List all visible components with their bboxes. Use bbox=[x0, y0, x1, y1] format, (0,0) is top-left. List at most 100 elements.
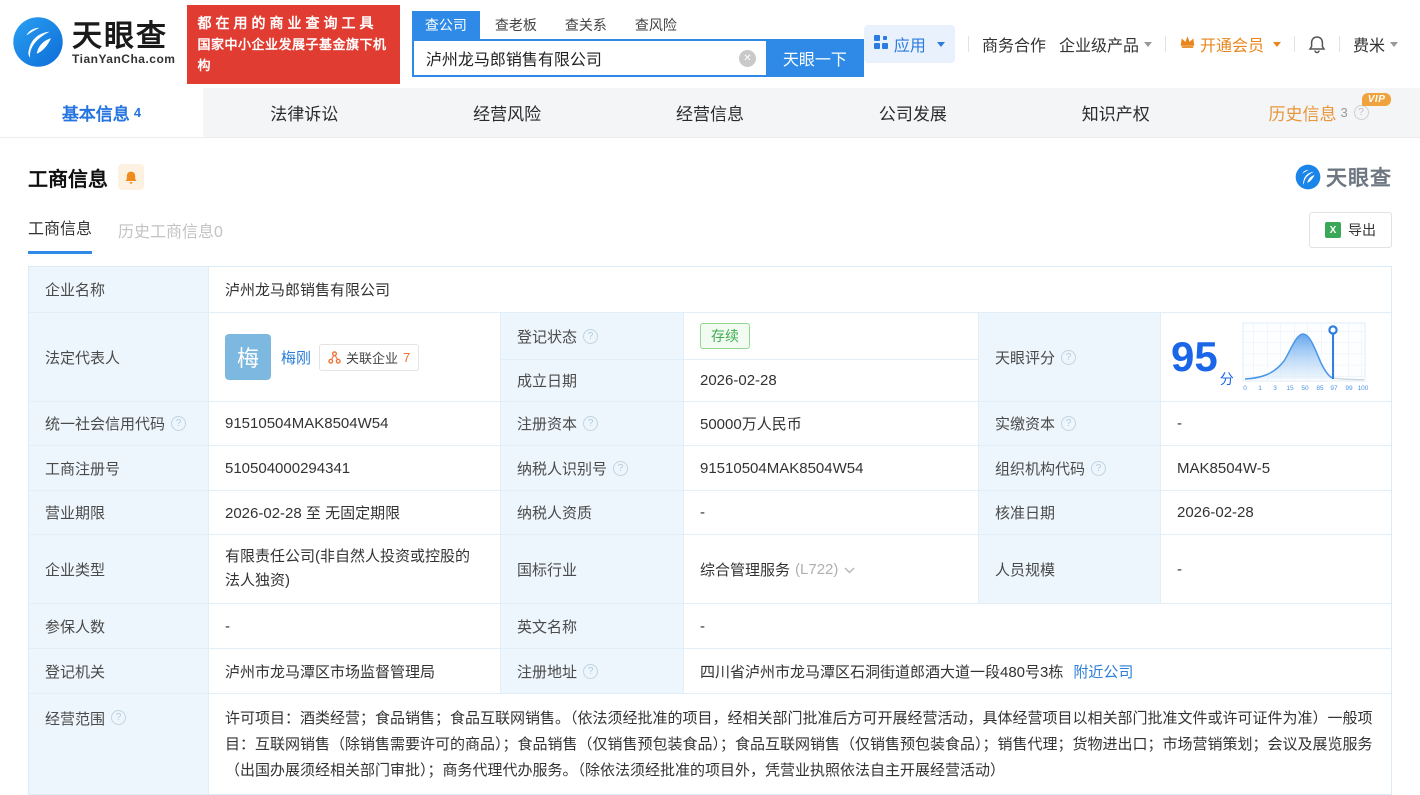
org-network-icon bbox=[328, 351, 341, 364]
nav-enterprise-label: 企业级产品 bbox=[1059, 32, 1139, 56]
tab-company-development[interactable]: 公司发展 bbox=[811, 88, 1014, 137]
table-row: 统一社会信用代码 ? 91510504MAK8504W54 注册资本 ? 500… bbox=[29, 402, 1391, 446]
english-name-label: 英文名称 bbox=[501, 604, 684, 648]
excel-icon: X bbox=[1325, 222, 1341, 238]
monitor-bell-icon[interactable] bbox=[118, 164, 144, 190]
section-title: 工商信息 bbox=[28, 163, 108, 192]
taxpayer-quality-label: 纳税人资质 bbox=[501, 491, 684, 534]
help-icon[interactable]: ? bbox=[1061, 350, 1076, 365]
search-tab-relation[interactable]: 查关系 bbox=[552, 11, 620, 39]
reg-capital-value: 50000万人民币 bbox=[684, 402, 979, 445]
divider bbox=[1294, 36, 1295, 52]
business-term-value: 2026-02-28 至 无固定期限 bbox=[209, 491, 501, 534]
subtab-row: 工商信息 历史工商信息0 X 导出 bbox=[0, 192, 1420, 254]
score-unit: 分 bbox=[1220, 369, 1234, 389]
reg-number-value: 510504000294341 bbox=[209, 446, 501, 490]
paid-capital-value: - bbox=[1161, 402, 1391, 445]
legal-rep-link[interactable]: 梅刚 bbox=[281, 347, 311, 368]
help-icon[interactable]: ? bbox=[583, 329, 598, 344]
chevron-down-icon bbox=[1273, 42, 1281, 47]
search-button[interactable]: 天眼一下 bbox=[766, 39, 864, 77]
score-distribution-chart[interactable]: 0 1 3 15 50 85 97 99 100 bbox=[1240, 320, 1368, 394]
apps-menu[interactable]: 应用 bbox=[864, 25, 955, 63]
tianyancha-logo[interactable]: 天眼查 TianYanCha.com bbox=[12, 16, 175, 73]
business-scope-label-cell: 经营范围 ? bbox=[29, 694, 209, 794]
tab-basic-label: 基本信息 bbox=[62, 100, 130, 125]
header-nav: 应用 商务合作 企业级产品 开通会员 bbox=[864, 25, 1398, 63]
insured-count-value: - bbox=[209, 604, 501, 648]
svg-text:15: 15 bbox=[1286, 385, 1294, 392]
svg-text:1: 1 bbox=[1258, 385, 1262, 392]
reg-capital-label-cell: 注册资本 ? bbox=[501, 402, 684, 445]
tab-history-info[interactable]: VIP 历史信息 3 ? bbox=[1217, 88, 1420, 137]
search-tab-boss[interactable]: 查老板 bbox=[482, 11, 550, 39]
legal-rep-label: 法定代表人 bbox=[29, 313, 209, 401]
svg-text:100: 100 bbox=[1357, 385, 1367, 392]
search-tab-company[interactable]: 查公司 bbox=[412, 11, 480, 39]
table-row: 营业期限 2026-02-28 至 无固定期限 纳税人资质 - 核准日期 202… bbox=[29, 491, 1391, 535]
open-vip-button[interactable]: 开通会员 bbox=[1179, 32, 1281, 56]
username: 费米 bbox=[1353, 32, 1385, 56]
reg-address-value: 四川省泸州市龙马潭区石洞街道郎酒大道一段480号3栋 bbox=[700, 661, 1063, 682]
chevron-down-icon[interactable] bbox=[844, 561, 855, 578]
score-label: 天眼评分 bbox=[995, 347, 1055, 368]
notification-bell-icon[interactable] bbox=[1308, 35, 1326, 54]
help-icon[interactable]: ? bbox=[171, 416, 186, 431]
svg-text:97: 97 bbox=[1330, 385, 1338, 392]
tab-basic-info[interactable]: 基本信息 4 bbox=[0, 88, 203, 137]
tab-legal[interactable]: 法律诉讼 bbox=[203, 88, 406, 137]
paid-capital-label: 实缴资本 bbox=[995, 413, 1055, 434]
reg-capital-label: 注册资本 bbox=[517, 413, 577, 434]
help-icon[interactable]: ? bbox=[583, 664, 598, 679]
legal-rep-cell: 梅 梅刚 关联企业 7 bbox=[209, 313, 501, 401]
help-icon[interactable]: ? bbox=[1354, 105, 1369, 120]
vip-badge: VIP bbox=[1362, 93, 1392, 106]
export-button[interactable]: X 导出 bbox=[1309, 212, 1392, 248]
subtab-business-info[interactable]: 工商信息 bbox=[28, 215, 92, 254]
help-icon[interactable]: ? bbox=[583, 416, 598, 431]
business-term-label: 营业期限 bbox=[29, 491, 209, 534]
company-type-value: 有限责任公司(非自然人投资或控股的法人独资) bbox=[209, 535, 501, 603]
nav-cooperation[interactable]: 商务合作 bbox=[982, 32, 1046, 56]
insured-count-label: 参保人数 bbox=[29, 604, 209, 648]
vip-label: 开通会员 bbox=[1200, 32, 1264, 56]
legal-rep-avatar[interactable]: 梅 bbox=[225, 334, 271, 380]
reg-authority-label: 登记机关 bbox=[29, 649, 209, 693]
tab-operating-risk[interactable]: 经营风险 bbox=[406, 88, 609, 137]
table-row: 法定代表人 梅 梅刚 关联企业 7 登记状态 ? bbox=[29, 313, 1391, 402]
subtab-history-business-info[interactable]: 历史工商信息0 bbox=[118, 218, 223, 254]
clear-search-icon[interactable]: ✕ bbox=[739, 50, 756, 67]
promo-line2: 国家中小企业发展子基金旗下机构 bbox=[197, 34, 389, 76]
company-type-label: 企业类型 bbox=[29, 535, 209, 603]
tab-intellectual-property[interactable]: 知识产权 bbox=[1014, 88, 1217, 137]
help-icon[interactable]: ? bbox=[1091, 461, 1106, 476]
help-icon[interactable]: ? bbox=[111, 710, 126, 725]
business-info-table: 企业名称 泸州龙马郎销售有限公司 法定代表人 梅 梅刚 关联企业 7 登记 bbox=[28, 266, 1392, 795]
nearby-companies-link[interactable]: 附近公司 bbox=[1073, 661, 1133, 682]
search-input[interactable] bbox=[412, 39, 766, 77]
help-icon[interactable]: ? bbox=[1061, 416, 1076, 431]
help-icon[interactable]: ? bbox=[613, 461, 628, 476]
english-name-value: - bbox=[684, 604, 1391, 648]
industry-value-cell: 综合管理服务 (L722) bbox=[684, 535, 979, 603]
taxpayer-id-value: 91510504MAK8504W54 bbox=[684, 446, 979, 490]
search-area: 查公司 查老板 查关系 查风险 ✕ 天眼一下 bbox=[412, 11, 864, 77]
user-menu[interactable]: 费米 bbox=[1353, 32, 1398, 56]
related-company-badge[interactable]: 关联企业 7 bbox=[319, 344, 419, 371]
table-row: 企业类型 有限责任公司(非自然人投资或控股的法人独资) 国标行业 综合管理服务 … bbox=[29, 535, 1391, 604]
reg-status-value-cell: 存续 bbox=[684, 313, 978, 359]
divider bbox=[968, 36, 969, 52]
svg-text:85: 85 bbox=[1316, 385, 1324, 392]
divider bbox=[1339, 36, 1340, 52]
nav-enterprise[interactable]: 企业级产品 bbox=[1059, 32, 1152, 56]
establish-date-value: 2026-02-28 bbox=[684, 360, 978, 401]
reg-address-value-cell: 四川省泸州市龙马潭区石洞街道郎酒大道一段480号3栋 附近公司 bbox=[684, 649, 1391, 693]
reg-authority-value: 泸州市龙马潭区市场监督管理局 bbox=[209, 649, 501, 693]
table-row: 参保人数 - 英文名称 - bbox=[29, 604, 1391, 649]
tab-operating-info[interactable]: 经营信息 bbox=[609, 88, 812, 137]
credit-code-label-cell: 统一社会信用代码 ? bbox=[29, 402, 209, 445]
search-tab-risk[interactable]: 查风险 bbox=[622, 11, 690, 39]
related-company-count: 7 bbox=[403, 350, 410, 365]
brand-name: 天眼查 bbox=[72, 22, 175, 52]
apps-label: 应用 bbox=[894, 32, 926, 56]
